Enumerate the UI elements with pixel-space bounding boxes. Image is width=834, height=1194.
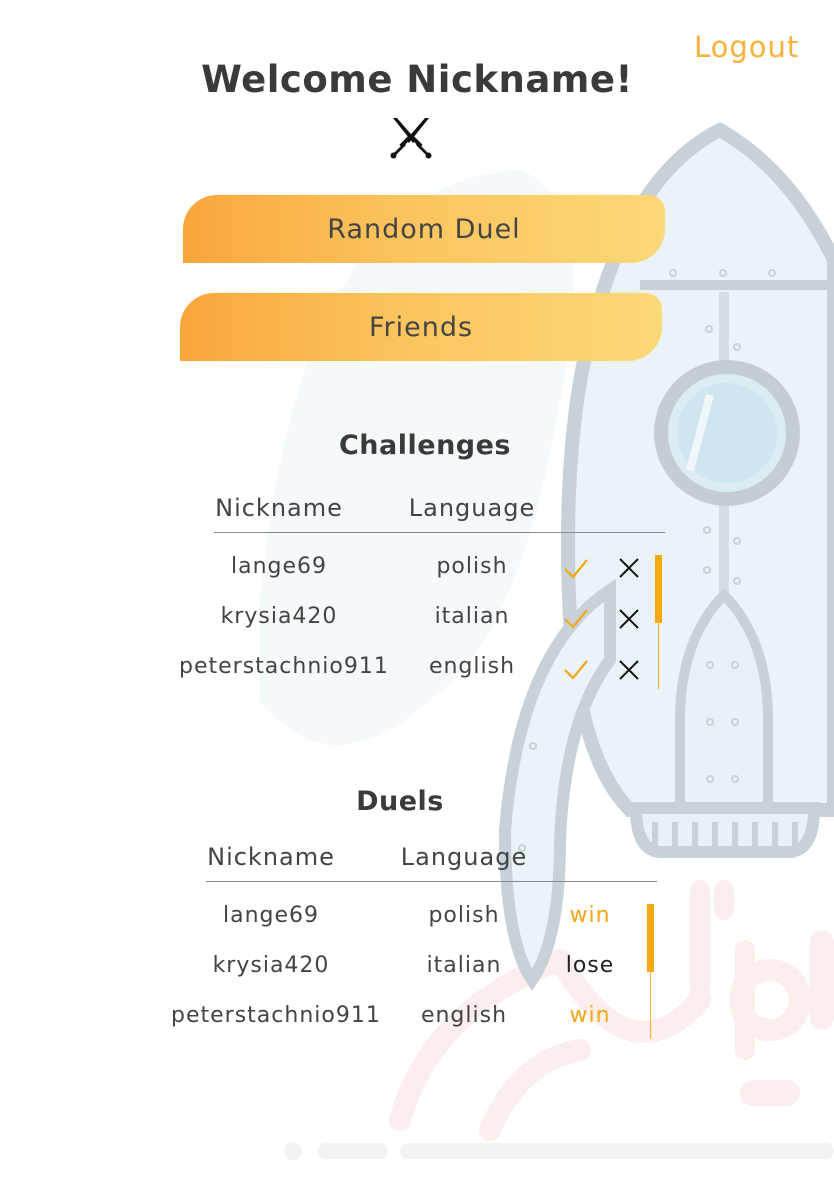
challenges-header-nickname: Nickname: [215, 494, 343, 522]
challenge-language: english: [428, 654, 516, 679]
duel-nickname: peterstachnio911: [171, 1003, 381, 1028]
check-icon[interactable]: [563, 658, 589, 682]
challenge-nickname: krysia420: [220, 604, 338, 629]
challenge-nickname: lange69: [230, 554, 328, 579]
duels-header-divider: [206, 881, 657, 882]
close-icon[interactable]: [618, 659, 640, 681]
duel-result: lose: [565, 953, 615, 978]
challenge-language: italian: [434, 604, 510, 629]
crossed-swords-icon: [390, 118, 432, 159]
close-icon[interactable]: [618, 557, 640, 579]
random-duel-button[interactable]: Random Duel: [183, 195, 665, 263]
friends-button[interactable]: Friends: [180, 293, 662, 361]
duels-scrollbar-thumb[interactable]: [647, 904, 654, 972]
challenges-scrollbar-thumb[interactable]: [655, 555, 662, 623]
duel-nickname: lange69: [222, 903, 320, 928]
challenge-nickname: peterstachnio911: [179, 654, 389, 679]
page-title: Welcome Nickname!: [201, 58, 633, 101]
challenges-header-divider: [214, 532, 665, 533]
duel-result: win: [569, 1003, 611, 1028]
duels-header-language: Language: [400, 843, 528, 871]
duel-result: win: [569, 903, 611, 928]
duel-language: italian: [426, 953, 502, 978]
challenges-title: Challenges: [338, 430, 511, 461]
duels-title: Duels: [356, 786, 444, 817]
challenges-header-language: Language: [408, 494, 536, 522]
duel-language: polish: [428, 903, 500, 928]
duel-language: english: [420, 1003, 508, 1028]
duels-header-nickname: Nickname: [207, 843, 335, 871]
check-icon[interactable]: [563, 607, 589, 631]
check-icon[interactable]: [563, 557, 589, 581]
challenge-language: polish: [436, 554, 508, 579]
close-icon[interactable]: [618, 608, 640, 630]
duel-nickname: krysia420: [212, 953, 330, 978]
